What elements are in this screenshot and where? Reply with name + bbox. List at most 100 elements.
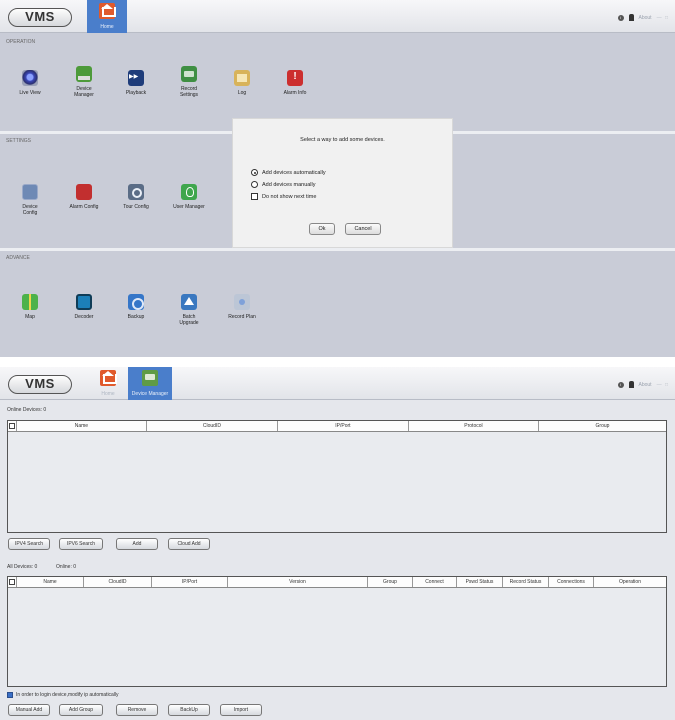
cloud-add-button[interactable]: Cloud Add xyxy=(168,538,210,550)
do-not-show-checkbox[interactable]: Do not show next time xyxy=(251,193,316,200)
column-header[interactable]: CloudID xyxy=(147,421,278,431)
checkbox-label: Do not show next time xyxy=(262,193,317,200)
tile-label: User Manager xyxy=(173,204,205,210)
ipv4-search-button[interactable]: IPV4 Search xyxy=(8,538,50,550)
tab-device-manager-label: Device Manager xyxy=(131,391,169,397)
device-manager-icon xyxy=(76,66,92,82)
online-devices-count: Online Devices: 0 xyxy=(7,407,47,413)
tab-home[interactable]: Home xyxy=(87,0,127,33)
tile-playback[interactable]: Playback xyxy=(114,70,158,96)
window-controls[interactable]: — □ xyxy=(657,382,669,388)
checkbox-icon[interactable] xyxy=(9,579,15,585)
tile-alarm-config[interactable]: Alarm Config xyxy=(62,184,106,210)
column-header[interactable]: Group xyxy=(368,577,413,587)
tile-label: Record Settings xyxy=(179,86,199,98)
select-all-checkbox[interactable] xyxy=(8,421,17,431)
radio-icon[interactable] xyxy=(251,181,258,188)
user-manager-icon xyxy=(181,184,197,200)
backup-button[interactable]: BackUp xyxy=(168,704,210,716)
checkbox-icon[interactable] xyxy=(8,423,15,429)
tab-device-manager[interactable]: Device Manager xyxy=(128,367,172,400)
add-devices-dialog: Select a way to add some devices. Add de… xyxy=(232,118,453,248)
column-header[interactable]: Version xyxy=(228,577,368,587)
remove-button[interactable]: Remove xyxy=(116,704,158,716)
tile-label: Backup xyxy=(127,314,145,320)
ipv6-search-button[interactable]: IPV6 Search xyxy=(59,538,103,550)
log-icon xyxy=(234,70,250,86)
column-header[interactable]: Connect xyxy=(413,577,457,587)
vms-logo: VMS xyxy=(8,8,72,27)
tile-tour-config[interactable]: Tour Config xyxy=(114,184,158,210)
column-header[interactable]: Operation xyxy=(594,577,666,587)
column-header[interactable]: Name xyxy=(17,577,84,587)
device-manager-screen: VMS Home Device Manager i About — □ Onli… xyxy=(0,367,675,720)
section-settings-label: SETTINGS xyxy=(6,138,32,144)
home-icon xyxy=(100,370,117,386)
add-group-button[interactable]: Add Group xyxy=(59,704,103,716)
info-icon[interactable]: i xyxy=(617,14,624,21)
tile-label: Device Config xyxy=(22,204,38,216)
tile-log[interactable]: Log xyxy=(220,70,264,96)
live-view-icon xyxy=(22,70,38,86)
column-header[interactable]: IP/Port xyxy=(278,421,409,431)
add-button[interactable]: Add xyxy=(116,538,158,550)
tab-home-label: Home xyxy=(100,24,114,30)
decoder-icon xyxy=(76,294,92,310)
column-header[interactable]: Group xyxy=(539,421,666,431)
column-header[interactable]: Protocol xyxy=(409,421,539,431)
column-header[interactable]: IP/Port xyxy=(152,577,228,587)
ok-button[interactable]: Ok xyxy=(309,223,335,235)
tile-backup[interactable]: Backup xyxy=(114,294,158,320)
top-right-controls: i About — □ xyxy=(617,14,670,21)
map-icon xyxy=(22,294,38,310)
online-table-header: Name CloudID IP/Port Protocol Group xyxy=(8,421,666,432)
radio-selected-icon[interactable] xyxy=(251,169,258,176)
tile-label: Device Manager xyxy=(74,86,94,98)
info-icon[interactable]: i xyxy=(617,381,624,388)
tile-record-settings[interactable]: Record Settings xyxy=(167,66,211,98)
tile-live-view[interactable]: Live View xyxy=(8,70,52,96)
about-link[interactable]: About xyxy=(639,382,652,388)
tour-config-icon xyxy=(128,184,144,200)
vms-logo: VMS xyxy=(8,375,72,394)
option-label: Add devices automatically xyxy=(262,169,326,176)
device-manager-icon xyxy=(142,370,158,386)
top-right-controls: i About — □ xyxy=(617,381,670,388)
column-header[interactable]: CloudID xyxy=(84,577,152,587)
tile-map[interactable]: Map xyxy=(8,294,52,320)
section-advance-label: ADVANCE xyxy=(6,255,30,261)
cancel-button[interactable]: Cancel xyxy=(345,223,381,235)
tile-device-config[interactable]: Device Config xyxy=(8,184,52,216)
option-add-automatically[interactable]: Add devices automatically xyxy=(251,169,326,176)
column-header[interactable]: Name xyxy=(17,421,147,431)
record-settings-icon xyxy=(181,66,197,82)
option-add-manually[interactable]: Add devices manually xyxy=(251,181,316,188)
import-button[interactable]: Import xyxy=(220,704,262,716)
all-devices-count: All Devices: 0 xyxy=(7,564,38,570)
tile-batch-upgrade[interactable]: Batch Upgrade xyxy=(167,294,211,326)
column-header[interactable]: Record Status xyxy=(503,577,549,587)
tile-label: Batch Upgrade xyxy=(179,314,199,326)
checkbox-icon[interactable] xyxy=(251,193,258,200)
window-controls[interactable]: — □ xyxy=(657,15,669,21)
column-header[interactable]: Pswd Status xyxy=(457,577,503,587)
tile-label: Log xyxy=(237,90,247,96)
tile-record-plan[interactable]: Record Plan xyxy=(220,294,264,320)
tile-label: Record Plan xyxy=(228,314,256,320)
top-bar: VMS Home Device Manager i About — □ xyxy=(0,367,675,400)
column-header[interactable]: Connections xyxy=(549,577,594,587)
user-icon xyxy=(628,381,634,388)
tab-home[interactable]: Home xyxy=(92,367,124,400)
tile-alarm-info[interactable]: Alarm Info xyxy=(273,70,317,96)
playback-icon xyxy=(128,70,144,86)
auto-ip-checkbox[interactable] xyxy=(7,692,13,698)
select-all-checkbox[interactable] xyxy=(8,577,17,587)
about-link[interactable]: About xyxy=(639,15,652,21)
manual-add-button[interactable]: Manual Add xyxy=(8,704,50,716)
tile-label: Playback xyxy=(125,90,147,96)
tile-user-manager[interactable]: User Manager xyxy=(167,184,211,210)
tile-decoder[interactable]: Decoder xyxy=(62,294,106,320)
alarm-info-icon xyxy=(287,70,303,86)
top-bar: VMS Home i About — □ xyxy=(0,0,675,33)
tile-device-manager[interactable]: Device Manager xyxy=(62,66,106,98)
